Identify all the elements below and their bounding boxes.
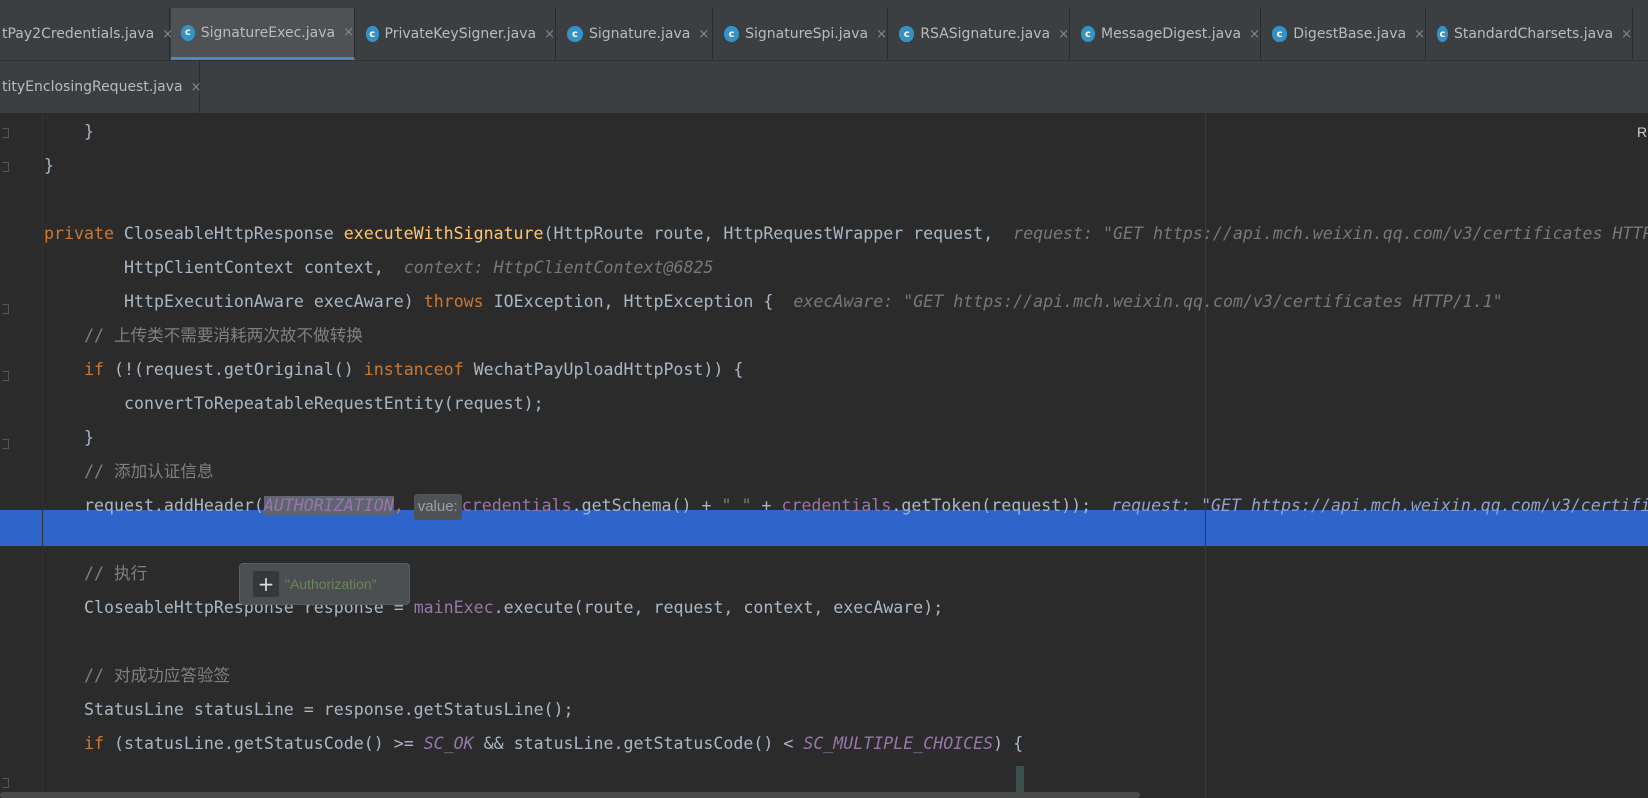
code-line[interactable]: if (!(request.getOriginal() instanceof W… xyxy=(84,352,743,388)
tab-label: MessageDigest.java xyxy=(1100,26,1242,42)
java-class-icon: c xyxy=(724,26,740,42)
tab-httpentityenclosingrequest[interactable]: tityEnclosingRequest.java × xyxy=(0,61,202,113)
tab-label: tPay2Credentials.java xyxy=(2,26,155,42)
tab-messagedigest[interactable]: c MessageDigest.java × xyxy=(1071,8,1261,60)
tab-standardcharsets[interactable]: c StandardCharsets.java × xyxy=(1427,8,1633,60)
code-comment[interactable]: // 对成功应答验签 xyxy=(84,658,230,694)
close-icon[interactable]: × xyxy=(191,80,202,95)
java-class-icon: c xyxy=(1437,26,1448,42)
close-icon[interactable]: × xyxy=(698,27,709,42)
inline-debug-value: context: HttpClientContext@6825 xyxy=(403,258,714,277)
tab-label: DigestBase.java xyxy=(1293,26,1407,42)
tab-label: SignatureExec.java xyxy=(200,24,336,41)
code-editor[interactable]: } } private CloseableHttpResponse execut… xyxy=(0,114,1648,798)
java-class-icon: c xyxy=(567,26,583,42)
tab-label: RSASignature.java xyxy=(920,26,1051,42)
code-line-current[interactable]: request.addHeader(AUTHORIZATION, value: c… xyxy=(84,488,1648,524)
code-line[interactable]: if (statusLine.getStatusCode() >= SC_OK … xyxy=(84,726,1023,762)
code-line[interactable]: convertToRepeatableRequestEntity(request… xyxy=(124,386,544,422)
fold-marker-icon[interactable] xyxy=(2,439,9,449)
close-icon[interactable]: × xyxy=(343,25,354,40)
fold-marker-icon[interactable] xyxy=(2,128,9,138)
tab-label: SignatureSpi.java xyxy=(745,26,869,42)
java-class-icon: c xyxy=(366,26,379,42)
code-line[interactable]: } xyxy=(84,114,94,150)
java-class-icon: c xyxy=(1272,26,1288,42)
code-line[interactable]: HttpExecutionAware execAware) throws IOE… xyxy=(124,284,1503,320)
tab-label: StandardCharsets.java xyxy=(1453,26,1614,42)
java-class-icon: c xyxy=(1081,26,1095,42)
tab-label: PrivateKeySigner.java xyxy=(384,26,537,42)
code-line[interactable]: } xyxy=(44,148,54,184)
expand-plus-icon[interactable]: + xyxy=(253,571,279,597)
title-bar-strip xyxy=(0,0,1648,8)
code-line[interactable]: HttpClientContext context, context: Http… xyxy=(124,250,713,286)
code-line[interactable]: StatusLine statusLine = response.getStat… xyxy=(84,692,574,728)
edge-label: R xyxy=(1637,124,1648,140)
popup-value: "Authorization" xyxy=(285,576,377,592)
tab-signaturespi[interactable]: c SignatureSpi.java × xyxy=(714,8,888,60)
code-line[interactable]: } xyxy=(84,420,94,456)
close-icon[interactable]: × xyxy=(1249,27,1260,42)
tab-rsasignature[interactable]: c RSASignature.java × xyxy=(889,8,1070,60)
fold-marker-icon[interactable] xyxy=(2,162,9,172)
code-comment[interactable]: // 上传类不需要消耗两次故不做转换 xyxy=(84,318,363,354)
tab-label: tityEnclosingRequest.java xyxy=(2,79,183,95)
gutter-separator xyxy=(42,114,43,798)
debug-value-popup[interactable]: + "Authorization" xyxy=(239,563,410,605)
tab-label: Signature.java xyxy=(589,26,691,42)
fold-marker-icon[interactable] xyxy=(2,778,9,788)
horizontal-scrollbar[interactable] xyxy=(0,792,1140,798)
inline-debug-value: request: "GET https://api.mch.weixin.qq.… xyxy=(1013,224,1648,243)
inline-debug-value: execAware: "GET https://api.mch.weixin.q… xyxy=(793,292,1503,311)
tab-signatureexec[interactable]: c SignatureExec.java × xyxy=(171,8,355,60)
code-comment[interactable]: // 执行 xyxy=(84,556,147,592)
tab-wechatpay2credentials[interactable]: tPay2Credentials.java × xyxy=(0,8,173,60)
editor-tabs-row-2: tityEnclosingRequest.java × xyxy=(0,61,1648,114)
inline-debug-value: request: "GET https://api.mch.weixin.qq.… xyxy=(1111,496,1648,515)
java-class-icon: c xyxy=(899,26,915,42)
code-line[interactable]: CloseableHttpResponse response = mainExe… xyxy=(84,590,943,626)
tab-privatekeysigner[interactable]: c PrivateKeySigner.java × xyxy=(356,8,556,60)
tab-digestbase[interactable]: c DigestBase.java × xyxy=(1262,8,1426,60)
close-icon[interactable]: × xyxy=(876,27,887,42)
java-class-icon: c xyxy=(181,24,195,41)
fold-marker-icon[interactable] xyxy=(2,304,9,314)
constant-authorization: AUTHORIZATION xyxy=(263,496,394,515)
tab-signature[interactable]: c Signature.java × xyxy=(557,8,713,60)
code-line[interactable]: private CloseableHttpResponse executeWit… xyxy=(44,216,1648,252)
close-icon[interactable]: × xyxy=(544,27,555,42)
parameter-hint: value: xyxy=(413,493,462,520)
fold-marker-icon[interactable] xyxy=(2,371,9,381)
close-icon[interactable]: × xyxy=(1414,27,1425,42)
editor-tabs-row-1: tPay2Credentials.java × c SignatureExec.… xyxy=(0,8,1648,61)
code-comment[interactable]: // 添加认证信息 xyxy=(84,454,214,490)
close-icon[interactable]: × xyxy=(1058,27,1069,42)
close-icon[interactable]: × xyxy=(1621,27,1632,42)
